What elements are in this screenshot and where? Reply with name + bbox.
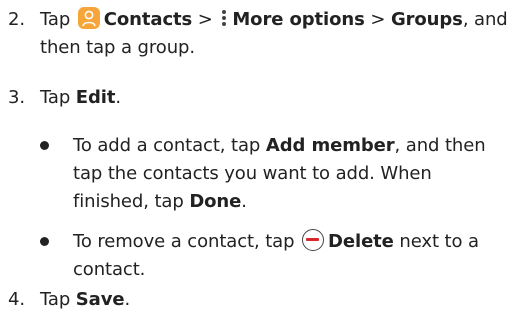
bullet-dot bbox=[40, 237, 49, 246]
bullet-dot bbox=[40, 141, 49, 150]
delete-label: Delete bbox=[328, 231, 394, 252]
bullet-delete-text: To remove a contact, tap Delete next to … bbox=[73, 229, 479, 280]
contacts-label: Contacts bbox=[103, 9, 193, 30]
groups-label: Groups bbox=[390, 9, 463, 30]
more-options-icon bbox=[220, 7, 228, 29]
save-label: Save bbox=[75, 289, 125, 310]
edit-label: Edit bbox=[75, 87, 116, 108]
minus-circle-icon bbox=[302, 229, 325, 251]
more-options-label: More options bbox=[232, 9, 365, 30]
done-label: Done bbox=[189, 191, 242, 212]
step-number: 3. bbox=[8, 87, 25, 108]
step-number: 4. bbox=[8, 289, 25, 310]
step-number: 2. bbox=[8, 9, 25, 30]
bullet-add-member-text: To add a contact, tap Add member, and th… bbox=[73, 135, 486, 212]
step-2-text: Tap Contacts > More options > Groups, an… bbox=[40, 6, 510, 62]
contacts-app-icon bbox=[77, 7, 100, 29]
add-member-label: Add member bbox=[265, 135, 395, 156]
step-3-text: Tap Edit. bbox=[40, 87, 121, 108]
step-4-text: Tap Save. bbox=[40, 289, 131, 310]
step-2-line-2: then tap a group. bbox=[40, 37, 195, 58]
step-2-line-1: Tap Contacts > More options > Groups, an… bbox=[40, 7, 508, 30]
